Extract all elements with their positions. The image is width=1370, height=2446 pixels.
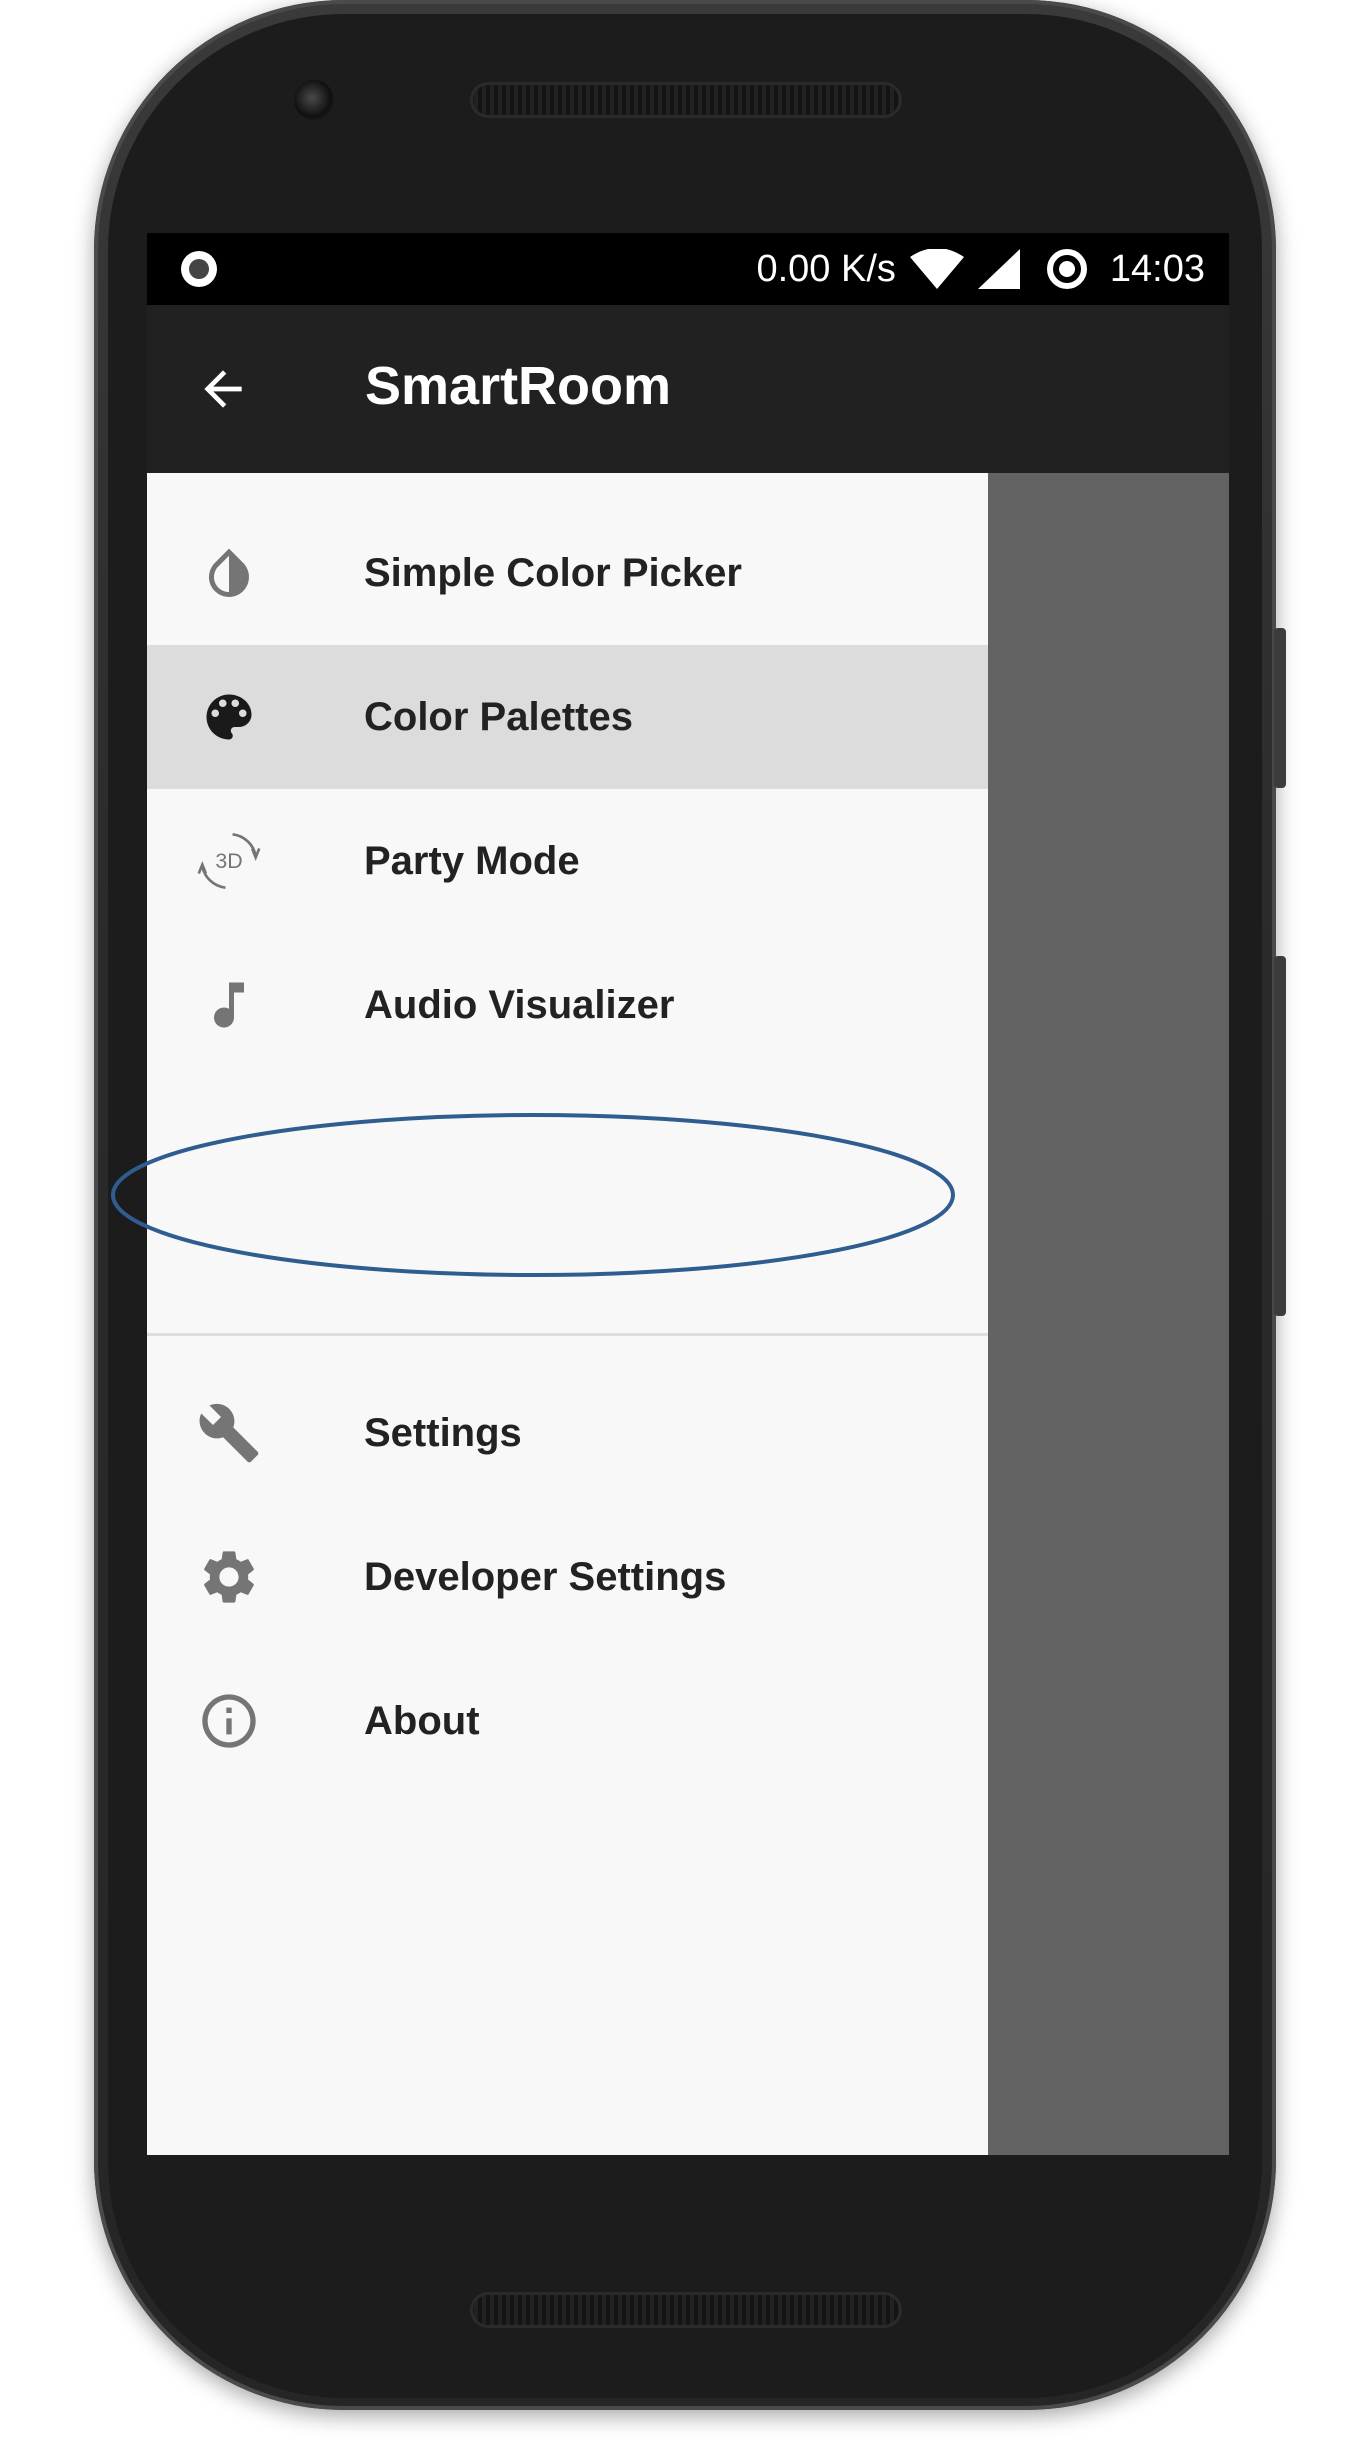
nav-item-label: Party Mode — [364, 839, 580, 883]
gear-icon — [197, 1545, 261, 1609]
navigation-drawer: Simple Color Picker Color Palettes 3D Pa… — [147, 473, 988, 2155]
nav-item-label: Settings — [364, 1411, 522, 1455]
nav-item-label: Color Palettes — [364, 695, 633, 739]
front-camera — [294, 80, 334, 120]
app-title: SmartRoom — [365, 356, 672, 416]
drop-icon — [197, 541, 261, 605]
nav-item-settings[interactable]: Settings — [147, 1361, 988, 1505]
clock: 14:03 — [1109, 247, 1205, 290]
nav-item-label: About — [364, 1699, 480, 1743]
page: 0.00 K/s 14:03 SmartRoom Simple Color Pi… — [0, 0, 1370, 2446]
wifi-icon — [909, 249, 964, 289]
back-button[interactable] — [187, 353, 259, 425]
nav-item-simple-color-picker[interactable]: Simple Color Picker — [147, 501, 988, 645]
nav-item-color-palettes[interactable]: Color Palettes — [147, 645, 988, 789]
status-bar: 0.00 K/s 14:03 — [147, 233, 1229, 305]
wrench-icon — [197, 1401, 261, 1465]
bottom-speaker — [470, 2292, 902, 2328]
svg-text:3D: 3D — [215, 849, 242, 873]
nav-item-label: Simple Color Picker — [364, 551, 742, 595]
arrow-back-icon — [204, 370, 242, 408]
nav-item-party-mode[interactable]: 3D Party Mode — [147, 789, 988, 933]
music-note-icon — [197, 973, 261, 1037]
screen: 0.00 K/s 14:03 SmartRoom Simple Color Pi… — [147, 233, 1229, 2155]
nav-item-label: Developer Settings — [364, 1555, 727, 1599]
record-icon — [179, 249, 219, 289]
drawer-divider — [147, 1333, 988, 1336]
top-speaker — [470, 82, 902, 118]
power-button — [1274, 628, 1286, 788]
sync-ring-icon — [1046, 248, 1088, 290]
drawer-scrim[interactable] — [988, 473, 1229, 2155]
cell-signal-icon — [977, 249, 1020, 289]
volume-button — [1274, 956, 1286, 1316]
nav-item-about[interactable]: About — [147, 1649, 988, 1793]
info-icon — [197, 1689, 261, 1753]
app-bar: SmartRoom — [147, 305, 1229, 473]
network-speed: 0.00 K/s — [756, 247, 896, 290]
palette-icon — [197, 685, 261, 749]
nav-item-developer-settings[interactable]: Developer Settings — [147, 1505, 988, 1649]
3d-rotation-icon: 3D — [197, 829, 261, 893]
nav-item-label: Audio Visualizer — [364, 983, 675, 1027]
status-indicators: 0.00 K/s 14:03 — [756, 233, 1205, 305]
nav-item-audio-visualizer[interactable]: Audio Visualizer — [147, 933, 988, 1077]
